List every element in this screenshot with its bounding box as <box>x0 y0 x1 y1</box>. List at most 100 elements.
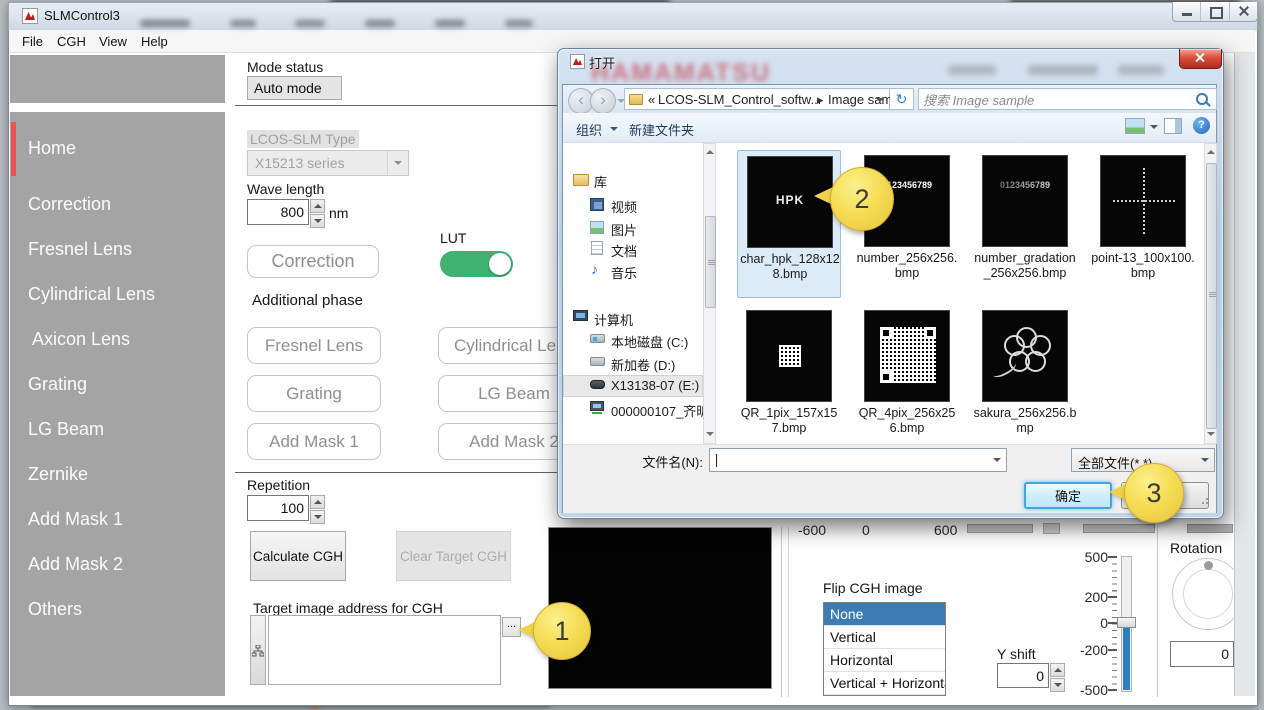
refresh-button[interactable]: ↻ <box>890 88 914 110</box>
file-item-selected[interactable]: HPK char_hpk_128x128.bmp <box>737 150 841 298</box>
organize-menu[interactable]: 组织 <box>576 120 602 139</box>
search-box[interactable] <box>918 88 1217 110</box>
repetition-input[interactable]: 100 <box>247 495 309 521</box>
scrollbar-thumb[interactable] <box>705 216 716 308</box>
breadcrumb-folder[interactable]: LCOS-SLM_Control_softw... <box>658 92 821 107</box>
menu-help[interactable]: Help <box>137 33 172 50</box>
calculate-cgh-button[interactable]: Calculate CGH <box>250 531 346 581</box>
filename-dropdown-chevron-icon[interactable] <box>993 458 1001 462</box>
qr-finder <box>924 327 936 339</box>
wave-length-input[interactable]: 800 <box>247 199 309 225</box>
sidebar-item-axicon-lens[interactable]: Axicon Lens <box>32 329 130 353</box>
tree-scrollbar[interactable] <box>703 143 716 444</box>
filename-input[interactable] <box>709 448 1007 472</box>
repetition-stepper[interactable] <box>310 495 325 525</box>
forward-button[interactable]: › <box>590 88 616 114</box>
sidebar-item-zernike[interactable]: Zernike <box>28 464 88 488</box>
sidebar-item-cylindrical-lens[interactable]: Cylindrical Lens <box>28 284 155 308</box>
stepper-down[interactable] <box>310 214 325 228</box>
flip-cgh-image-label: Flip CGH image <box>823 580 923 596</box>
qr-pattern <box>880 327 936 383</box>
lut-toggle[interactable] <box>440 251 513 277</box>
rotation-knob-marker[interactable] <box>1204 561 1213 570</box>
y-shift-stepper[interactable] <box>1050 663 1065 693</box>
correction-button[interactable]: Correction <box>247 245 379 278</box>
flip-option-vertical-horizontal[interactable]: Vertical + Horizontal <box>824 672 945 695</box>
file-thumbnail-point <box>1100 155 1186 247</box>
stepper-up[interactable] <box>310 495 325 509</box>
scroll-down-icon[interactable] <box>706 432 714 436</box>
file-name: QR_4pix_256x256.bmp <box>855 406 959 436</box>
flip-option-vertical[interactable]: Vertical <box>824 626 945 649</box>
menu-view[interactable]: View <box>95 33 131 50</box>
file-item[interactable]: QR_4pix_256x256.bmp <box>855 305 959 453</box>
preview-pane-icon[interactable] <box>1164 118 1182 134</box>
add-mask-1-button[interactable]: Add Mask 1 <box>247 423 381 460</box>
y-shift-label: Y shift <box>997 646 1036 662</box>
views-chevron-icon[interactable] <box>1150 125 1158 129</box>
stepper-up[interactable] <box>310 199 325 213</box>
flower-petal <box>1004 335 1025 356</box>
address-bar[interactable]: « LCOS-SLM_Control_softw... ▸ Image samp… <box>624 88 890 110</box>
menu-file[interactable]: File <box>18 33 47 50</box>
file-item[interactable]: sakura_256x256.bmp <box>973 305 1077 453</box>
file-item[interactable]: QR_1pix_157x157.bmp <box>737 305 841 453</box>
search-input[interactable] <box>921 90 1195 110</box>
repetition-label: Repetition <box>247 477 310 493</box>
chevron-up-icon <box>314 500 322 504</box>
sidebar-item-others[interactable]: Others <box>28 599 82 623</box>
target-image-address-input[interactable] <box>268 615 501 685</box>
sidebar-item-add-mask-1[interactable]: Add Mask 1 <box>28 509 123 533</box>
file-item[interactable]: point-13_100x100.bmp <box>1091 150 1195 298</box>
x-axis-tick: 600 <box>934 522 957 538</box>
grating-button[interactable]: Grating <box>247 375 381 412</box>
lcos-type-dropdown[interactable]: X15213 series <box>247 150 409 176</box>
dialog-icon <box>570 54 585 69</box>
y-shift-slider-handle[interactable] <box>1117 617 1136 628</box>
views-icon[interactable] <box>1125 118 1145 134</box>
tree-item-network-pc[interactable]: 000000107_齐昕 <box>590 400 705 420</box>
flip-option-none[interactable]: None <box>824 603 945 626</box>
menu-cgh[interactable]: CGH <box>53 33 90 50</box>
maximize-button[interactable] <box>1201 2 1229 21</box>
scroll-up-icon[interactable] <box>1207 150 1215 154</box>
y-shift-slider-fill <box>1123 628 1130 690</box>
address-dropdown-chevron-icon[interactable] <box>876 98 884 102</box>
occluded-control-fragment <box>1083 524 1155 533</box>
stepper-up[interactable] <box>1050 663 1065 677</box>
fresnel-lens-button[interactable]: Fresnel Lens <box>247 327 381 364</box>
sidebar-item-home[interactable]: Home <box>28 138 76 162</box>
occluded-control-fragment <box>1187 524 1233 533</box>
sidebar-item-grating[interactable]: Grating <box>28 374 87 398</box>
stepper-down[interactable] <box>1050 678 1065 692</box>
tree-item-label: 新加卷 (D:) <box>611 355 675 374</box>
target-address-side-button[interactable] <box>250 615 266 685</box>
rotation-input[interactable]: 0 <box>1170 641 1234 667</box>
new-folder-button[interactable]: 新建文件夹 <box>629 120 694 139</box>
divider <box>1157 527 1158 697</box>
chevron-up-icon <box>314 204 322 208</box>
dialog-close-button[interactable] <box>1179 49 1222 69</box>
file-list-scrollbar[interactable] <box>1204 143 1217 444</box>
scroll-down-icon[interactable] <box>1207 432 1215 436</box>
scroll-up-icon[interactable] <box>706 150 714 154</box>
file-name: point-13_100x100.bmp <box>1091 251 1195 281</box>
sidebar-item-lg-beam[interactable]: LG Beam <box>28 419 104 443</box>
scrollbar-thumb[interactable] <box>1206 163 1217 429</box>
wave-length-stepper[interactable] <box>310 199 325 229</box>
lut-label: LUT <box>440 230 466 246</box>
close-button[interactable] <box>1230 2 1257 21</box>
network-branch-icon <box>252 645 264 657</box>
y-shift-input[interactable]: 0 <box>997 663 1049 688</box>
flip-option-horizontal[interactable]: Horizontal <box>824 649 945 672</box>
file-item[interactable]: 0123456789 number_gradation_256x256.bmp <box>973 150 1077 298</box>
stepper-down[interactable] <box>310 510 325 524</box>
sidebar-item-add-mask-2[interactable]: Add Mask 2 <box>28 554 123 578</box>
resize-grip[interactable] <box>1202 502 1204 504</box>
clear-target-cgh-button[interactable]: Clear Target CGH <box>396 531 511 581</box>
help-icon[interactable]: ? <box>1193 117 1210 134</box>
ok-button[interactable]: 确定 <box>1024 482 1112 509</box>
sidebar-item-correction[interactable]: Correction <box>28 194 111 218</box>
minimize-button[interactable] <box>1173 2 1201 21</box>
sidebar-item-fresnel-lens[interactable]: Fresnel Lens <box>28 239 132 263</box>
